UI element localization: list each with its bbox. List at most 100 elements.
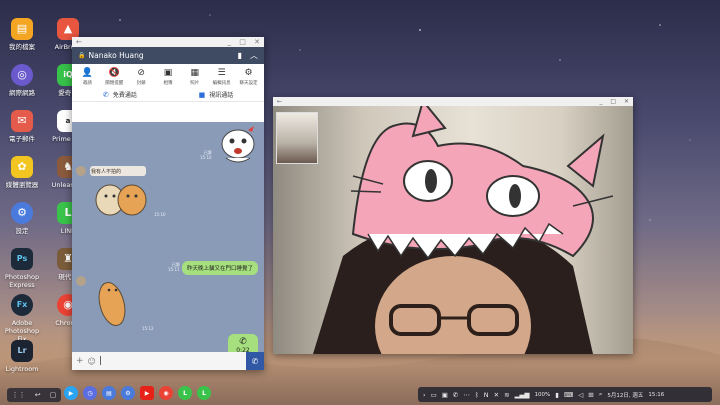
menu-edit-messages[interactable]: ☰ 編輯訊息 xyxy=(209,68,235,86)
taskbar-launcher: ⋮⋮ ↩ ▢ xyxy=(7,388,61,402)
files-icon[interactable]: ▤ xyxy=(102,386,116,400)
menu-mute[interactable]: 🔇 關閉提醒 xyxy=(101,68,127,86)
clock-icon[interactable]: ◷ xyxy=(83,386,97,400)
desktop-icon-photoshop-express[interactable]: Ps Photoshop Express xyxy=(0,248,44,289)
read-receipt: 已讀 15:11 xyxy=(168,262,180,272)
plus-icon[interactable]: + xyxy=(76,356,84,366)
back-arrow-icon[interactable]: ← xyxy=(76,38,82,46)
block-icon: ⊘ xyxy=(137,68,145,78)
internet-icon: ◎ xyxy=(11,64,33,86)
bluetooth-icon[interactable]: ᛒ xyxy=(475,391,479,399)
maximize-icon[interactable]: □ xyxy=(239,38,246,46)
youtube-icon[interactable]: ▶ xyxy=(140,386,154,400)
sender-avatar[interactable] xyxy=(76,276,86,286)
video-camera-icon: ■ xyxy=(198,91,206,99)
desktop-icon-media-browser[interactable]: ✿ 媒體瀏覽器 xyxy=(0,156,44,189)
phone-icon: ✆ xyxy=(239,337,247,347)
message-icon[interactable]: ▭ xyxy=(431,391,437,399)
desktop-icon-settings[interactable]: ⚙ 設定 xyxy=(0,202,44,235)
play-store-icon[interactable]: ▶ xyxy=(64,386,78,400)
desktop-icon-internet[interactable]: ◎ 網際網路 xyxy=(0,64,44,97)
line-chat-window[interactable]: ← _ □ ✕ 🔒 Nanako Huang ▮ ︿ 👤 邀請 🔇 關閉提醒 ⊘ 封鎖… xyxy=(72,37,264,370)
email-icon: ✉ xyxy=(11,110,33,132)
settings-icon[interactable]: ⚙ xyxy=(121,386,135,400)
lightroom-icon: Lr xyxy=(11,340,33,362)
message-time: 15:12 xyxy=(142,326,154,331)
battery-icon: ▮ xyxy=(555,390,559,399)
menu-block[interactable]: ⊘ 封鎖 xyxy=(128,68,154,86)
album-icon: ▣ xyxy=(163,68,173,78)
maximize-icon[interactable]: □ xyxy=(610,98,616,105)
call-options: ✆ 免費通話 ■ 視訊通話 xyxy=(72,88,264,102)
date-display[interactable]: 5月12日, 週五 xyxy=(607,391,643,399)
contact-name: Nanako Huang xyxy=(88,51,144,60)
folder-icon: ▤ xyxy=(11,18,33,40)
phone-icon[interactable]: ✆ xyxy=(453,391,458,399)
edit-messages-icon: ☰ xyxy=(217,68,226,78)
phone-icon: ✆ xyxy=(103,91,109,99)
chevron-up-icon[interactable]: ︿ xyxy=(250,50,258,61)
recent-apps-icon[interactable]: ▢ xyxy=(50,391,57,399)
chat-input-bar: + ☺ | ✆ xyxy=(72,352,264,370)
video-call-button[interactable]: ■ 視訊通話 xyxy=(168,90,264,99)
nfc-icon[interactable]: N xyxy=(484,391,489,399)
battery-level: 100% xyxy=(534,391,551,398)
lock-icon: 🔒 xyxy=(78,52,86,59)
menu-photos[interactable]: ▦ 照片 xyxy=(182,68,208,86)
close-icon[interactable]: ✕ xyxy=(624,98,629,105)
chrome-icon[interactable]: ◉ xyxy=(159,386,173,400)
sticker-sent-surprised xyxy=(216,124,260,166)
minimize-icon[interactable]: _ xyxy=(228,38,232,46)
read-receipt: 已讀 15:10 xyxy=(200,150,212,160)
signal-icon[interactable]: ▂▄▆ xyxy=(515,391,530,399)
menu-album[interactable]: ▣ 相簿 xyxy=(155,68,181,86)
volume-icon[interactable]: ◁ xyxy=(578,391,583,399)
invite-icon: 👤 xyxy=(81,68,94,78)
trash-icon[interactable]: ▮ xyxy=(238,51,242,60)
chat-messages[interactable]: 已讀 15:10 我有人不拍的 15:10 已讀 15:11 昨天晚上貓又在門口睡覺… xyxy=(72,122,264,360)
desktop-icon-lightroom[interactable]: Lr Lightroom xyxy=(0,340,44,373)
minimize-icon[interactable]: _ xyxy=(599,98,602,105)
video-call-window[interactable]: ← _ □ ✕ xyxy=(273,97,633,354)
message-time: 15:10 xyxy=(154,212,166,217)
message-bubble-sent[interactable]: 昨天晚上貓又在門口睡覺了 xyxy=(182,261,259,275)
message-input[interactable]: | xyxy=(99,356,102,366)
mute-icon[interactable]: ✕ xyxy=(494,391,499,399)
menu-chat-settings[interactable]: ⚙ 聊天設定 xyxy=(235,68,261,86)
back-arrow-icon[interactable]: ← xyxy=(277,98,282,105)
menu-invite[interactable]: 👤 邀請 xyxy=(74,68,100,86)
more-icon[interactable]: ⋯ xyxy=(463,391,470,399)
line-icon-2[interactable]: L xyxy=(197,386,211,400)
sender-avatar[interactable] xyxy=(76,166,86,176)
photos-icon: ▦ xyxy=(190,68,200,78)
close-icon[interactable]: ✕ xyxy=(254,38,260,46)
self-view-pip[interactable] xyxy=(276,112,318,164)
system-tray: › ▭ ▣ ✆ ⋯ ᛒ N ✕ ≋ ▂▄▆ 100% ▮ ⌨ ◁ ⊞ ⌕ 5月1… xyxy=(418,387,712,402)
chat-settings-icon: ⚙ xyxy=(244,68,253,78)
photoshop-express-icon: Ps xyxy=(11,248,33,270)
image-icon[interactable]: ▣ xyxy=(442,391,448,399)
chat-window-titlebar[interactable]: ← _ □ ✕ xyxy=(72,37,264,47)
desktop-icon-photoshop-fix[interactable]: Fx Adobe Photoshop Fix xyxy=(0,294,44,343)
keyboard-icon[interactable]: ⌨ xyxy=(564,391,573,399)
apps-grid-icon[interactable]: ⋮⋮ xyxy=(12,391,26,399)
chat-header: 🔒 Nanako Huang ▮ ︿ xyxy=(72,47,264,64)
line-icon[interactable]: L xyxy=(178,386,192,400)
desktop-icon-my-files[interactable]: ▤ 我的檔案 xyxy=(0,18,44,51)
emoji-icon[interactable]: ☺ xyxy=(88,357,96,366)
search-icon[interactable]: ⌕ xyxy=(599,390,603,399)
remote-video-feed xyxy=(273,98,633,354)
free-call-button[interactable]: ✆ 免費通話 xyxy=(72,90,168,99)
wifi-icon[interactable]: ≋ xyxy=(504,391,509,399)
settings-icon: ⚙ xyxy=(11,202,33,224)
back-nav-icon[interactable]: ↩ xyxy=(35,391,41,399)
screen-icon[interactable]: ⊞ xyxy=(588,391,593,399)
clock-display[interactable]: 15:16 xyxy=(648,392,664,398)
video-window-titlebar[interactable]: ← _ □ ✕ xyxy=(273,97,633,106)
mute-icon: 🔇 xyxy=(108,68,120,78)
photoshop-fix-icon: Fx xyxy=(11,294,33,316)
desktop-icon-email[interactable]: ✉ 電子郵件 xyxy=(0,110,44,143)
media-browser-icon: ✿ xyxy=(11,156,33,178)
chevron-right-icon[interactable]: › xyxy=(423,391,426,399)
call-button[interactable]: ✆ xyxy=(246,352,264,370)
